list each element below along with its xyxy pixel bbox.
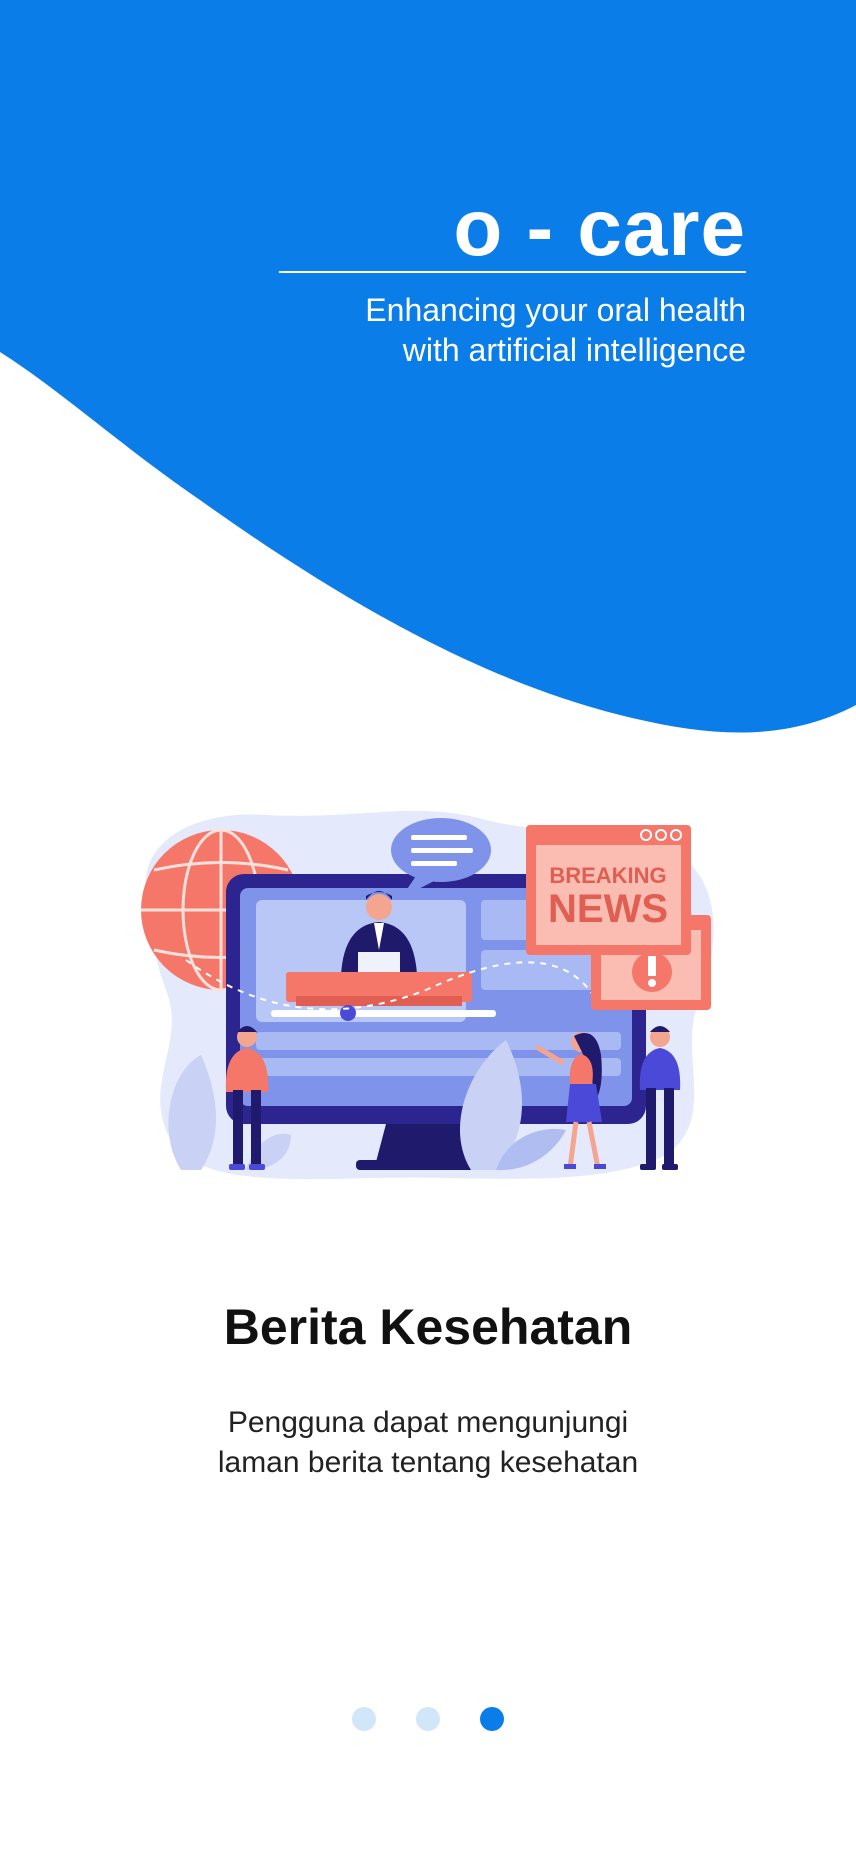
page-dot-2[interactable] (416, 1707, 440, 1731)
app-brand: o - care (453, 180, 746, 276)
sign-line-2: NEWS (548, 887, 668, 931)
title-divider (279, 271, 746, 273)
feature-description: Pengguna dapat mengunjungi laman berita … (0, 1403, 856, 1483)
page-dot-1[interactable] (352, 1707, 376, 1731)
app-title: o - care (453, 183, 746, 272)
page-dot-3[interactable] (480, 1707, 504, 1731)
onboarding-screen: o - care Enhancing your oral health with… (0, 0, 856, 1852)
page-indicator (0, 1707, 856, 1731)
app-tagline: Enhancing your oral health with artifici… (226, 290, 746, 370)
feature-desc-line-2: laman berita tentang kesehatan (217, 1446, 639, 1479)
breaking-news-sign: BREAKING NEWS (526, 825, 691, 955)
sign-line-1: BREAKING (549, 863, 666, 888)
news-illustration: BREAKING NEWS (141, 810, 714, 1180)
tagline-line-1: Enhancing your oral health (365, 292, 746, 328)
header-wave (0, 0, 856, 733)
tagline-line-2: with artificial intelligence (402, 332, 746, 368)
feature-desc-line-1: Pengguna dapat mengunjungi (227, 1406, 629, 1439)
feature-title: Berita Kesehatan (223, 1299, 633, 1355)
